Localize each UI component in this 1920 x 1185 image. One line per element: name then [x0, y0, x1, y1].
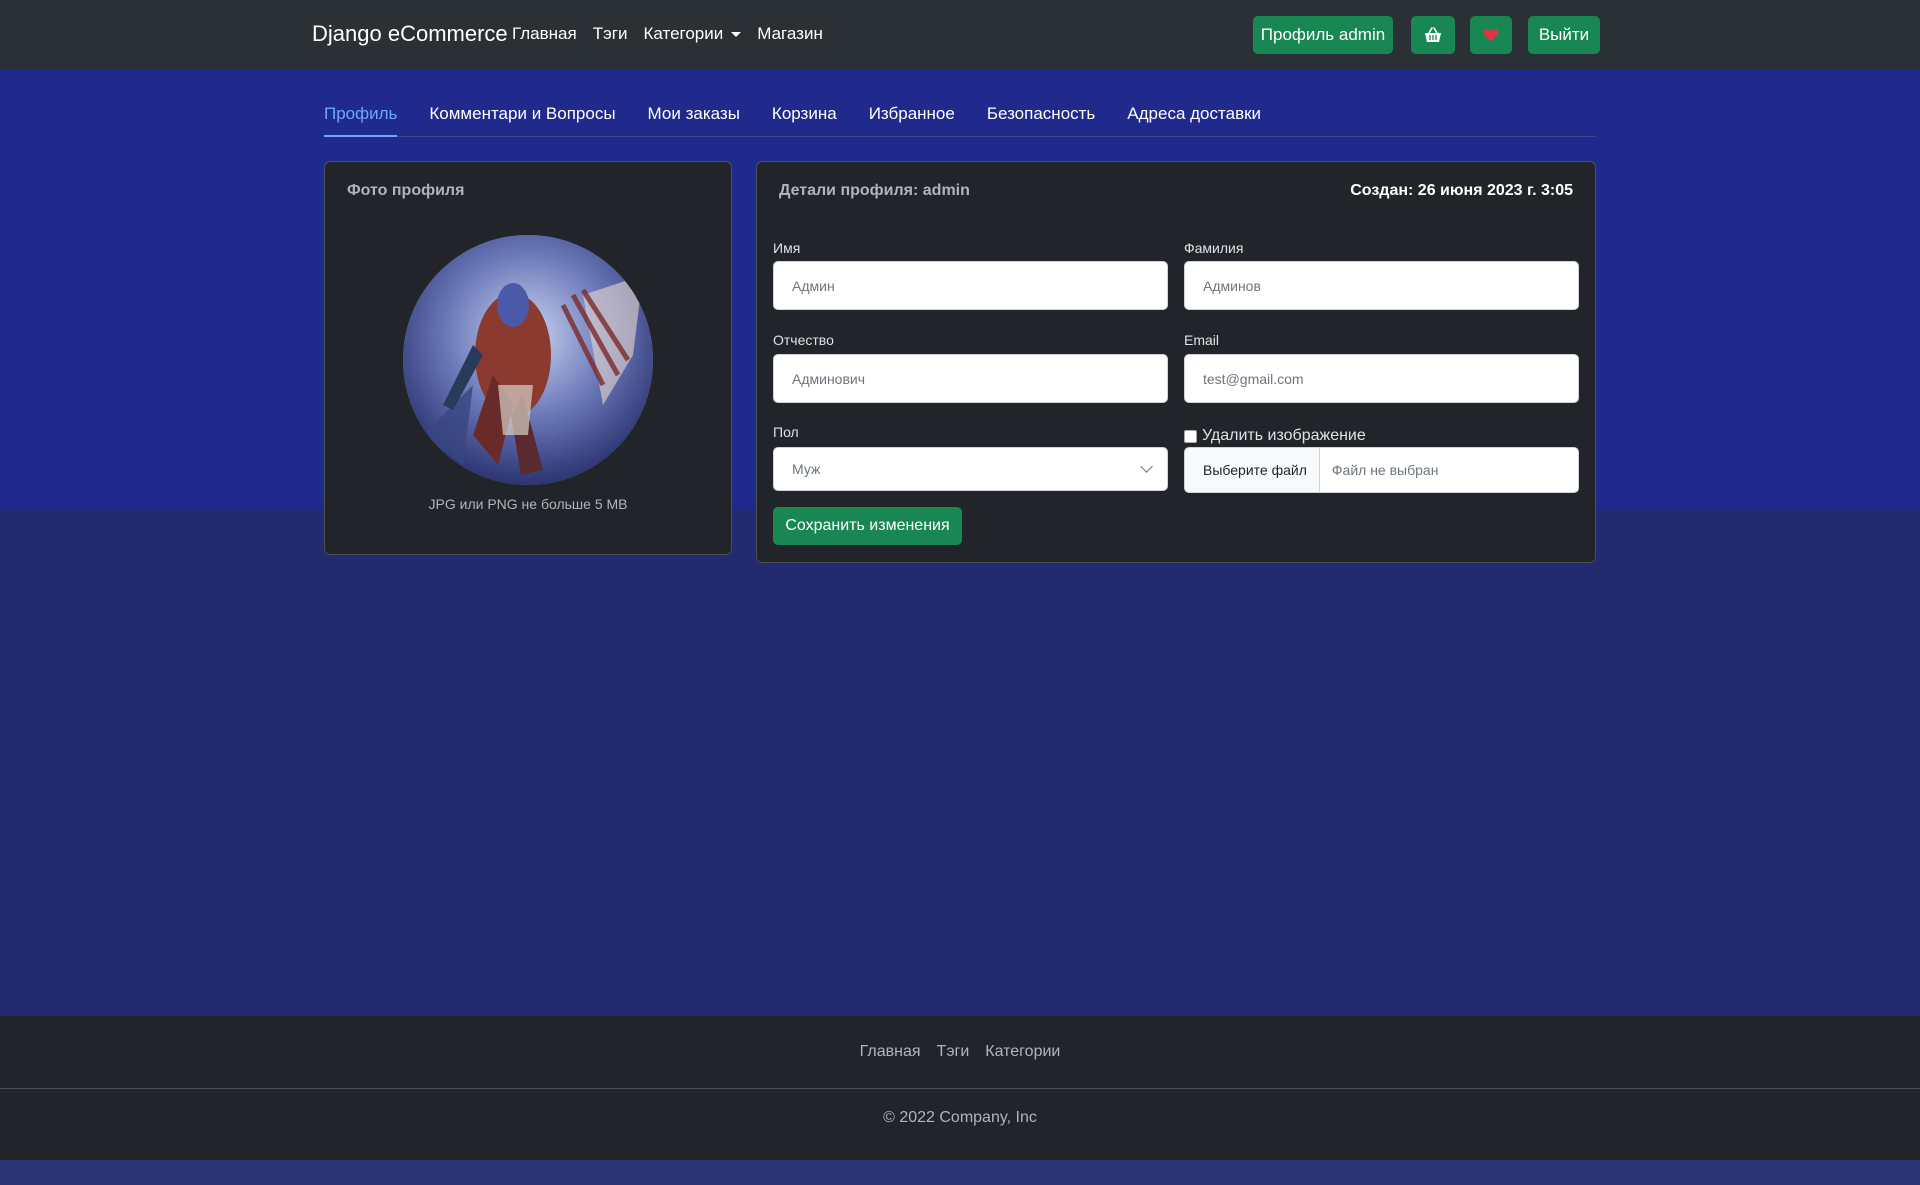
tab-addresses[interactable]: Адреса доставки	[1127, 100, 1261, 137]
gender-select-value: Муж	[792, 461, 821, 477]
file-status: Файл не выбран	[1331, 462, 1439, 478]
email-input[interactable]: test@gmail.com	[1184, 354, 1579, 403]
profile-button[interactable]: Профиль admin	[1253, 16, 1393, 54]
photo-card-title: Фото профиля	[347, 182, 465, 199]
nav-link-categories-label: Категории	[643, 24, 724, 43]
first-name-label: Имя	[773, 240, 801, 256]
nav-link-tags[interactable]: Тэги	[593, 24, 628, 44]
heart-icon	[1483, 29, 1499, 42]
profile-tabs: Профиль Комментари и Вопросы Мои заказы …	[324, 100, 1596, 137]
chevron-down-icon	[1140, 460, 1153, 473]
footer-divider	[0, 1088, 1920, 1089]
tab-profile[interactable]: Профиль	[324, 100, 398, 137]
navbar: Django eCommerce Главная Тэги Категории …	[0, 0, 1920, 70]
footer-link-tags[interactable]: Тэги	[937, 1043, 970, 1061]
last-name-input[interactable]: Админов	[1184, 261, 1579, 310]
chevron-down-icon	[731, 31, 742, 37]
first-name-input[interactable]: Админ	[773, 261, 1168, 310]
brand-logo[interactable]: Django eCommerce	[312, 21, 508, 47]
copyright: © 2022 Company, Inc	[883, 1109, 1037, 1126]
tab-comments[interactable]: Комментари и Вопросы	[429, 100, 615, 137]
logout-button[interactable]: Выйти	[1528, 16, 1600, 54]
cart-button[interactable]	[1411, 16, 1455, 54]
nav-link-categories[interactable]: Категории	[643, 24, 742, 44]
page-background-bottom	[0, 1160, 1920, 1185]
avatar-caption: JPG или PNG не больше 5 MB	[428, 496, 628, 512]
nav-links: Главная Тэги Категории Магазин	[512, 24, 839, 44]
details-card-title: Детали профиля: admin	[779, 182, 970, 199]
delete-image-row: Удалить изображение	[1184, 427, 1366, 445]
patronymic-label: Отчество	[773, 332, 834, 348]
tab-security[interactable]: Безопасность	[987, 100, 1095, 137]
created-date: Создан: 26 июня 2023 г. 3:05	[1350, 182, 1573, 199]
footer-link-categories[interactable]: Категории	[985, 1043, 1060, 1061]
tab-cart[interactable]: Корзина	[772, 100, 837, 137]
last-name-label: Фамилия	[1184, 240, 1244, 256]
email-label: Email	[1184, 332, 1220, 348]
avatar	[403, 235, 653, 485]
gender-label: Пол	[773, 424, 799, 440]
save-changes-button[interactable]: Сохранить изменения	[773, 507, 962, 545]
profile-details-card: Детали профиля: admin Создан: 26 июня 20…	[756, 161, 1596, 563]
patronymic-input[interactable]: Админович	[773, 354, 1168, 403]
nav-link-shop[interactable]: Магазин	[757, 24, 823, 44]
delete-image-label[interactable]: Удалить изображение	[1202, 427, 1366, 445]
image-file-input[interactable]: Выберите файл Файл не выбран	[1184, 447, 1579, 493]
basket-icon	[1425, 27, 1441, 42]
delete-image-checkbox[interactable]	[1184, 429, 1197, 443]
tab-orders[interactable]: Мои заказы	[648, 100, 740, 137]
profile-photo-card: Фото профиля JPG или PNG не больше 5 MB	[324, 161, 732, 555]
choose-file-button[interactable]: Выберите файл	[1185, 448, 1320, 492]
nav-link-home[interactable]: Главная	[512, 24, 577, 44]
tab-favorites[interactable]: Избранное	[869, 100, 955, 137]
footer-link-home[interactable]: Главная	[860, 1043, 921, 1061]
gender-select[interactable]: Муж	[773, 447, 1168, 491]
favorites-button[interactable]	[1470, 16, 1512, 54]
footer-links: Главная Тэги Категории	[0, 1043, 1920, 1061]
footer: Главная Тэги Категории © 2022 Company, I…	[0, 1016, 1920, 1160]
